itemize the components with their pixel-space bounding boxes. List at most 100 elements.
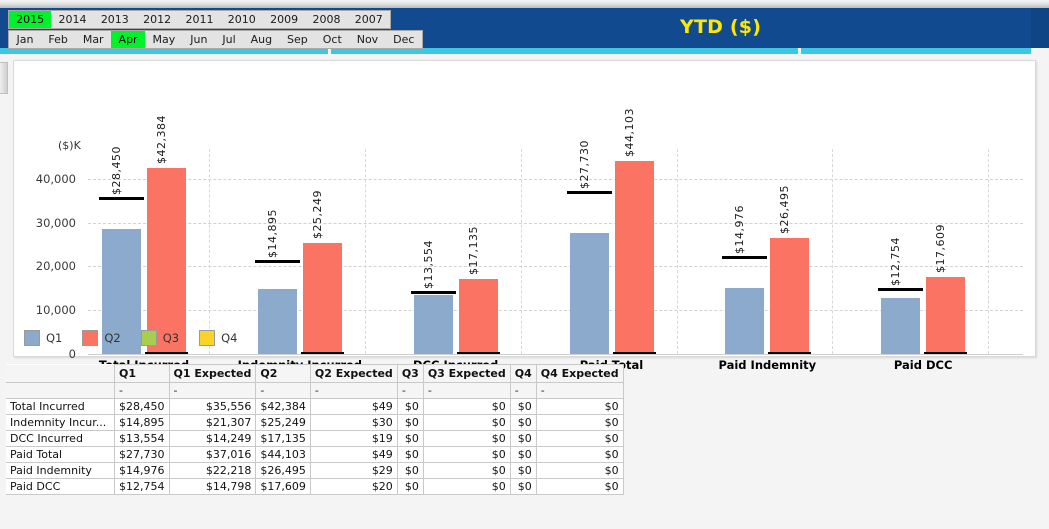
bar-value-label-q2: $17,135 xyxy=(466,226,480,275)
year-option-2010[interactable]: 2010 xyxy=(221,11,263,28)
panel-collapse-handle[interactable] xyxy=(0,62,8,94)
month-option-Apr[interactable]: Apr xyxy=(111,31,146,48)
table-cell: $0 xyxy=(509,462,537,479)
month-option-Jan[interactable]: Jan xyxy=(9,31,41,48)
table-cell: $26,495 xyxy=(255,462,311,479)
bar-q2[interactable] xyxy=(926,276,966,354)
table-cell: $35,556 xyxy=(168,398,257,415)
month-option-Mar[interactable]: Mar xyxy=(75,31,111,48)
table-cell: $0 xyxy=(422,398,511,415)
table-cell: $0 xyxy=(535,462,624,479)
table-cell: $0 xyxy=(422,414,511,431)
year-option-2014[interactable]: 2014 xyxy=(51,11,93,28)
bar-value-label-q1: $12,754 xyxy=(889,237,903,287)
table-row[interactable]: Paid Total $27,730 $37,016 $44,103 $49 $0 $0 $0… xyxy=(6,446,624,463)
legend-label: Q1 xyxy=(46,331,63,345)
bar-q2[interactable] xyxy=(770,238,810,354)
bar-q2[interactable] xyxy=(147,168,186,354)
year-option-2012[interactable]: 2012 xyxy=(136,11,178,28)
expected-marker-q1 xyxy=(722,255,768,259)
bar-q2[interactable] xyxy=(614,160,654,354)
table-header: Q1 Q1 Expected Q2 Q2 Expected Q3 Q3 Expected Q… xyxy=(6,364,624,383)
table-cell: $13,554 xyxy=(114,430,170,447)
bar-q1[interactable] xyxy=(881,298,921,354)
table-cell: $25,249 xyxy=(255,414,311,431)
table-col-header[interactable]: Q4 Expected xyxy=(535,364,624,383)
bar-q1[interactable] xyxy=(569,232,609,354)
expected-marker-q1 xyxy=(99,197,144,201)
table-cell: $0 xyxy=(396,398,424,415)
table-row[interactable]: Paid Indemnity $14,976 $22,218 $26,495 $29 $0… xyxy=(6,462,624,479)
month-option-Jun[interactable]: Jun xyxy=(183,31,215,48)
bar-value-label-q2: $17,609 xyxy=(934,223,948,273)
table-cell: $14,976 xyxy=(114,462,170,479)
month-option-Aug[interactable]: Aug xyxy=(243,31,279,48)
table-row[interactable]: Total Incurred $28,450 $35,556 $42,384 $49 $0… xyxy=(6,398,624,415)
window-top-gradient xyxy=(0,0,1049,8)
bar-group: $27,730 $44,103 xyxy=(566,108,656,355)
bar-value-label-q1: $13,554 xyxy=(421,239,435,289)
year-option-2013[interactable]: 2013 xyxy=(94,11,136,28)
month-selector[interactable]: Jan Feb Mar Apr May Jun Jul Aug Sep Oct Nov Dec xyxy=(8,30,423,49)
month-option-Feb[interactable]: Feb xyxy=(41,31,75,48)
legend-item-q4[interactable]: Q4 xyxy=(199,330,238,346)
table-col-header[interactable]: Q3 xyxy=(396,364,424,383)
table-col-header[interactable]: Q1 Expected xyxy=(168,364,257,383)
accent-strip-tail xyxy=(1031,48,1049,54)
y-tick-label: 20,000 xyxy=(35,259,76,274)
bar-q2[interactable] xyxy=(302,243,342,354)
month-option-Dec[interactable]: Dec xyxy=(386,31,422,48)
bar-q1[interactable] xyxy=(257,288,297,354)
category-label: Paid Indemnity xyxy=(718,358,817,372)
header-bar-edge xyxy=(1031,8,1049,48)
y-tick-label: 40,000 xyxy=(35,171,76,186)
table-col-header[interactable]: Q2 Expected xyxy=(309,364,398,383)
bar-q2[interactable] xyxy=(458,279,498,354)
table-cell: $0 xyxy=(422,478,511,495)
table-cell: $37,016 xyxy=(168,446,257,463)
table-corner-cell xyxy=(6,364,115,383)
bar-q1[interactable] xyxy=(413,294,453,354)
bar-q1[interactable] xyxy=(725,288,765,354)
legend-swatch-q2 xyxy=(82,330,99,346)
table-cell: $0 xyxy=(509,398,537,415)
table-cell: $29 xyxy=(309,462,398,479)
legend-item-q2[interactable]: Q2 xyxy=(82,330,121,346)
table-cell: $0 xyxy=(535,398,624,415)
month-option-Jul[interactable]: Jul xyxy=(215,31,243,48)
expected-marker-q1 xyxy=(878,288,924,292)
legend-label: Q2 xyxy=(104,331,121,345)
year-option-2009[interactable]: 2009 xyxy=(263,11,305,28)
table-col-header[interactable]: Q1 xyxy=(114,364,170,383)
table-col-header[interactable]: Q3 Expected xyxy=(422,364,511,383)
legend-label: Q3 xyxy=(162,331,180,345)
table-body: - - - - - - - - Total Incurred $28,450 $35,556 $42,… xyxy=(6,382,624,495)
table-cell: $30 xyxy=(309,414,398,431)
y-tick-label: 30,000 xyxy=(35,215,76,230)
year-selector[interactable]: 2015 2014 2013 2012 2011 2010 2009 2008 2007 xyxy=(8,10,391,29)
month-option-Nov[interactable]: Nov xyxy=(349,31,385,48)
table-row[interactable]: Indemnity Incur... $14,895 $21,307 $25,249 $… xyxy=(6,414,624,431)
table-col-header[interactable]: Q4 xyxy=(509,364,537,383)
x-axis-baseline xyxy=(88,354,1023,355)
category-separator xyxy=(364,149,366,354)
legend-item-q3[interactable]: Q3 xyxy=(140,330,180,346)
year-option-2011[interactable]: 2011 xyxy=(178,11,220,28)
bar-group: $14,895 $25,249 xyxy=(254,157,344,355)
year-option-2015[interactable]: 2015 xyxy=(9,11,52,28)
table-subheader-cell: - xyxy=(309,382,398,399)
year-option-2007[interactable]: 2007 xyxy=(348,11,390,28)
table-subheader-row: -------- xyxy=(6,382,624,399)
year-option-2008[interactable]: 2008 xyxy=(305,11,347,28)
month-option-Oct[interactable]: Oct xyxy=(315,31,349,48)
table-cell: $0 xyxy=(509,430,537,447)
month-option-May[interactable]: May xyxy=(145,31,183,48)
table-cell: $0 xyxy=(509,446,537,463)
table-row[interactable]: DCC Incurred $13,554 $14,249 $17,135 $19 $0 $0… xyxy=(6,430,624,447)
month-option-Sep[interactable]: Sep xyxy=(280,31,316,48)
table-row[interactable]: Paid DCC $12,754 $14,798 $17,609 $20 $0 $0 $0 $0 xyxy=(6,478,624,495)
legend-item-q1[interactable]: Q1 xyxy=(24,330,62,346)
table-col-header[interactable]: Q2 xyxy=(255,364,311,383)
bar-value-label-q1: $27,730 xyxy=(577,139,591,189)
bar-value-label-q2: $26,495 xyxy=(778,185,792,235)
